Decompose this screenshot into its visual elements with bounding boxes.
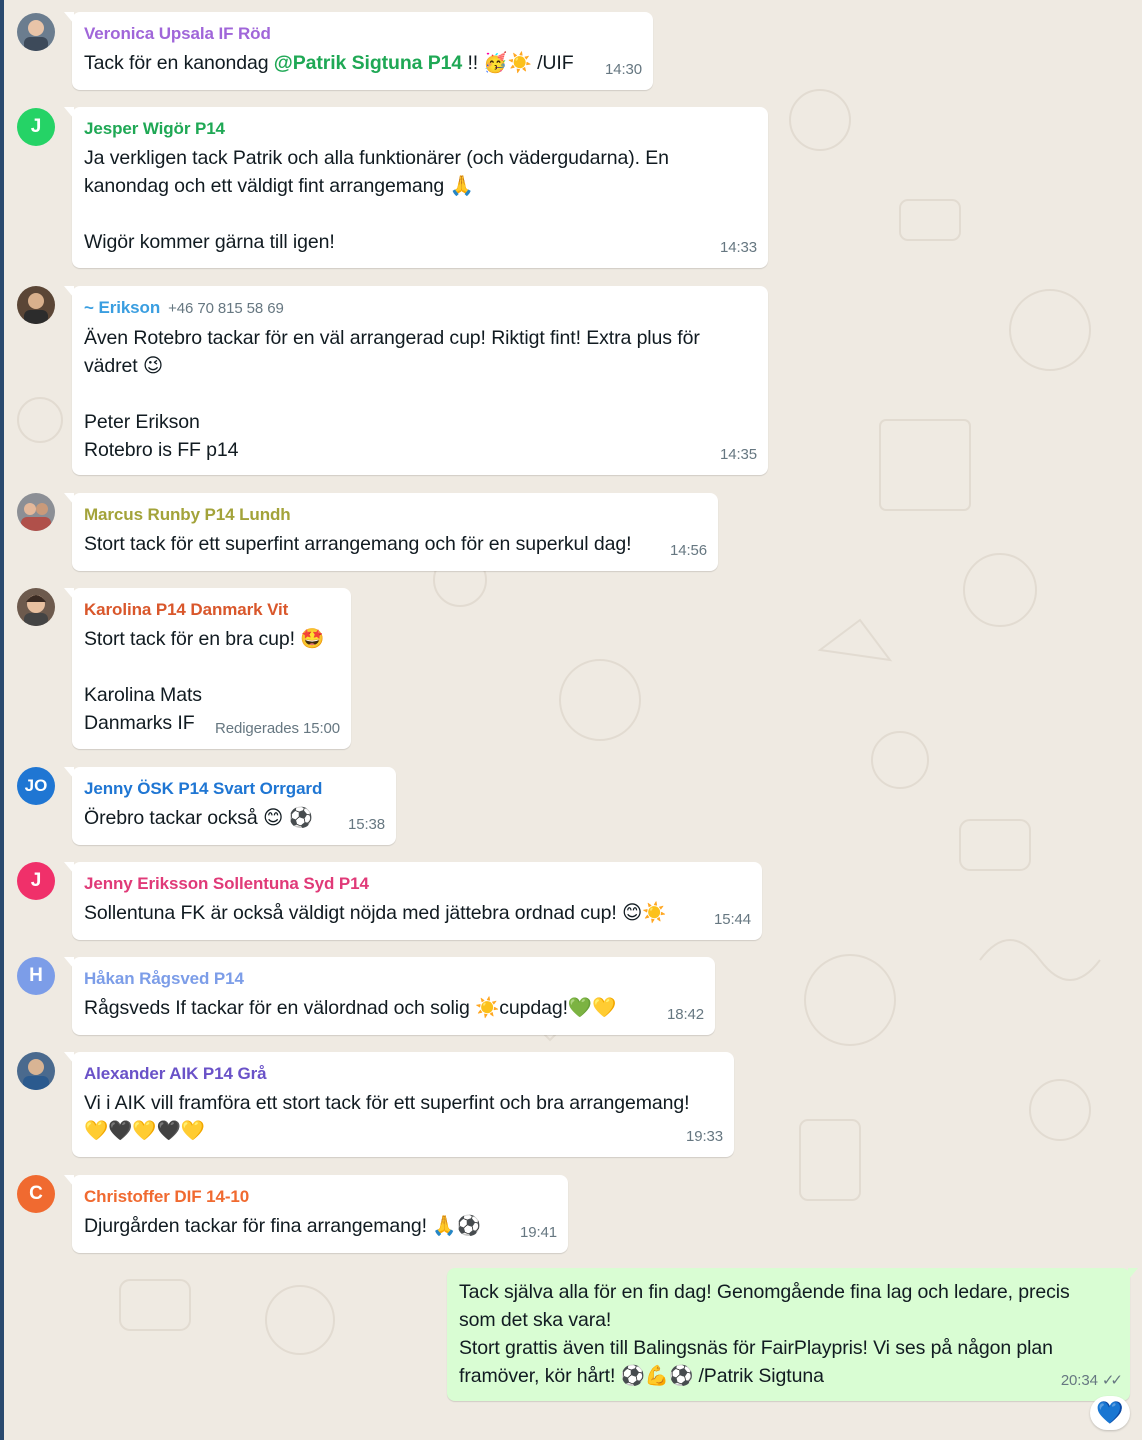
message-bubble[interactable]: ~ Erikson +46 70 815 58 69 Även Rotebro t…: [64, 286, 768, 475]
message-time: 14:30: [604, 61, 642, 78]
message-text: Rågsveds If tackar för en välordnad och …: [84, 997, 617, 1019]
message-text: Tack för en kanondag @Patrik Sigtuna P14…: [84, 52, 574, 74]
message-time: 19:33: [685, 1128, 723, 1145]
message-bubble[interactable]: Jenny ÖSK P14 Svart Orrgard Örebro tacka…: [64, 767, 396, 845]
avatar[interactable]: C: [17, 1175, 55, 1213]
message-time: 18:42: [666, 1006, 704, 1023]
message-bubble-outgoing[interactable]: Tack själva alla för en fin dag! Genomgå…: [447, 1268, 1138, 1401]
message-bubble[interactable]: Håkan Rågsved P14 Rågsveds If tackar för…: [64, 957, 715, 1035]
message-time: 15:44: [713, 911, 751, 928]
message-time: 14:33: [719, 239, 757, 256]
avatar[interactable]: [17, 588, 55, 626]
avatar[interactable]: J: [17, 108, 55, 146]
user-photo-icon: [24, 20, 48, 51]
message-bubble[interactable]: Veronica Upsala IF Röd Tack för en kanon…: [64, 12, 653, 90]
avatar[interactable]: H: [17, 957, 55, 995]
sender-name[interactable]: Marcus Runby P14 Lundh: [84, 503, 706, 527]
sender-name[interactable]: Jenny ÖSK P14 Svart Orrgard: [84, 777, 384, 801]
message-time: Redigerades 15:00: [214, 720, 340, 737]
edited-label: Redigerades: [214, 720, 299, 737]
sender-name[interactable]: Jesper Wigör P14: [84, 117, 756, 141]
sender-name[interactable]: ~ Erikson +46 70 815 58 69: [84, 296, 756, 321]
reaction-heart-icon[interactable]: 💙: [1090, 1396, 1130, 1430]
user-photo-icon: [24, 293, 48, 324]
message-text: Örebro tackar också 😊 ⚽: [84, 807, 313, 829]
message-bubble[interactable]: Marcus Runby P14 Lundh Stort tack för et…: [64, 493, 718, 571]
avatar[interactable]: JO: [17, 767, 55, 805]
message-time: 20:34 ✓✓: [1060, 1372, 1123, 1389]
sender-name[interactable]: Jenny Eriksson Sollentuna Syd P14: [84, 872, 750, 896]
message-bubble[interactable]: Jenny Eriksson Sollentuna Syd P14 Sollen…: [64, 862, 762, 940]
avatar[interactable]: J: [17, 862, 55, 900]
message-bubble[interactable]: Karolina P14 Danmark Vit Stort tack för …: [64, 588, 351, 749]
message-bubble[interactable]: Jesper Wigör P14 Ja verkligen tack Patri…: [64, 107, 768, 268]
user-photo-icon: [24, 595, 48, 626]
message-text: Även Rotebro tackar för en väl arrangera…: [84, 327, 700, 461]
sender-name[interactable]: Karolina P14 Danmark Vit: [84, 598, 339, 622]
message-text: Sollentuna FK är också väldigt nöjda med…: [84, 902, 667, 924]
message-text: Vi i AIK vill framföra ett stort tack fö…: [84, 1092, 690, 1142]
user-photo-icon: [21, 503, 51, 531]
message-text: Djurgården tackar för fina arrangemang! …: [84, 1215, 481, 1237]
message-text: Ja verkligen tack Patrik och alla funkti…: [84, 147, 669, 253]
sender-phone: +46 70 815 58 69: [168, 300, 284, 317]
mention-link[interactable]: @Patrik Sigtuna P14: [274, 52, 462, 74]
message-bubble[interactable]: Christoffer DIF 14-10 Djurgården tackar …: [64, 1175, 568, 1253]
avatar[interactable]: [17, 286, 55, 324]
avatar[interactable]: [17, 1052, 55, 1090]
sender-name[interactable]: Alexander AIK P14 Grå: [84, 1062, 722, 1086]
message-time: 14:35: [719, 446, 757, 463]
user-photo-icon: [23, 1059, 49, 1090]
avatar[interactable]: [17, 493, 55, 531]
message-bubble[interactable]: Alexander AIK P14 Grå Vi i AIK vill fram…: [64, 1052, 734, 1157]
sender-name[interactable]: Håkan Rågsved P14: [84, 967, 703, 991]
avatar[interactable]: [17, 13, 55, 51]
message-time: 14:56: [669, 542, 707, 559]
message-time: 19:41: [519, 1224, 557, 1241]
read-receipt-icon: ✓✓: [1101, 1372, 1123, 1389]
sender-name[interactable]: Veronica Upsala IF Röd: [84, 22, 641, 46]
message-text: Stort tack för ett superfint arrangemang…: [84, 533, 632, 555]
sender-name[interactable]: Christoffer DIF 14-10: [84, 1185, 556, 1209]
message-time: 15:38: [347, 816, 385, 833]
message-text: Tack själva alla för en fin dag! Genomgå…: [459, 1281, 1070, 1387]
